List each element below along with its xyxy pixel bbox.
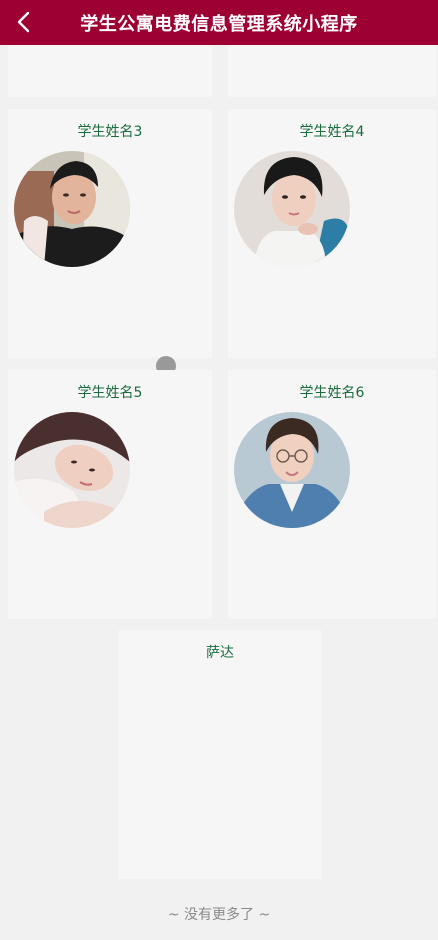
student-name: 学生姓名5: [77, 385, 143, 401]
app-header: 学生公寓电费信息管理系统小程序: [0, 0, 438, 45]
student-name: 学生姓名6: [299, 385, 365, 401]
student-grid[interactable]: 学生姓名3 学生姓名4 学生姓名5 学生姓名6 萨达: [0, 45, 438, 940]
student-name: 萨达: [206, 645, 234, 661]
back-button[interactable]: [10, 8, 38, 36]
student-name: 学生姓名3: [77, 124, 143, 140]
student-card[interactable]: 学生姓名6: [228, 370, 436, 619]
student-card[interactable]: 萨达: [118, 630, 322, 879]
student-avatar: [234, 151, 350, 267]
student-avatar: [234, 412, 350, 528]
student-card[interactable]: 学生姓名4: [228, 109, 436, 358]
student-avatar: [14, 151, 130, 267]
chevron-left-icon: [17, 11, 30, 33]
no-more-text: ~ 没有更多了 ~: [167, 907, 271, 923]
student-card-partial-left[interactable]: [8, 45, 212, 97]
student-name: 学生姓名4: [299, 124, 365, 140]
student-card[interactable]: 学生姓名3: [8, 109, 212, 358]
student-card[interactable]: 学生姓名5: [8, 370, 212, 619]
page-title: 学生公寓电费信息管理系统小程序: [80, 13, 358, 35]
student-card-partial-right[interactable]: [228, 45, 436, 97]
student-avatar: [14, 412, 130, 528]
